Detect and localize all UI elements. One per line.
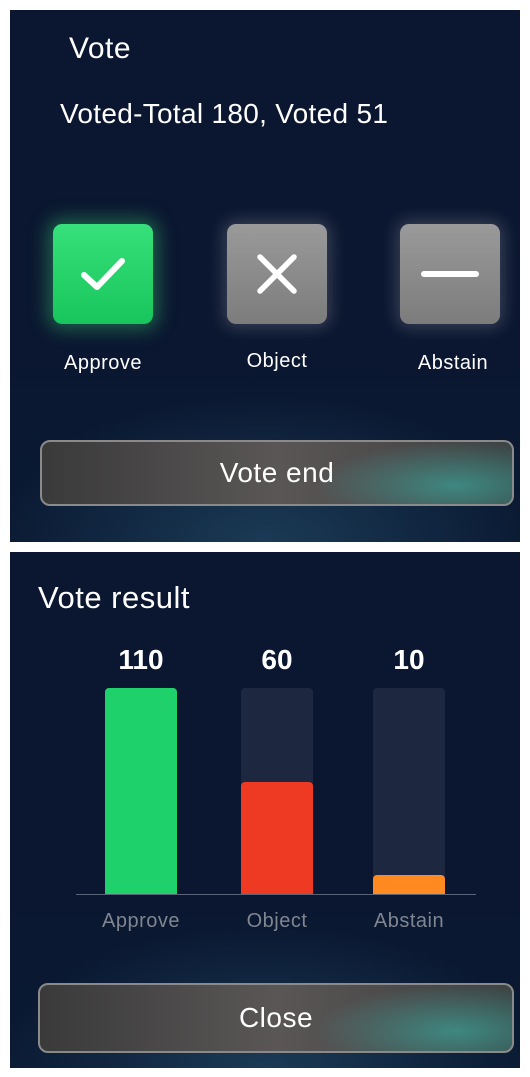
bar-approve [105,688,177,894]
object-label: Object [246,350,308,372]
bar-label-approve: Approve [102,910,180,932]
vote-panel: Vote Voted-Total 180, Voted 51 Approve O… [10,10,520,542]
close-button[interactable]: Close [38,983,514,1053]
vote-end-button[interactable]: Vote end [40,440,514,506]
bar-label-abstain: Abstain [373,910,445,932]
bar-track-object [241,688,313,894]
abstain-label: Abstain [417,352,489,374]
close-icon [257,254,297,294]
bar-label-object: Object [246,910,308,932]
approve-label: Approve [64,352,142,374]
bar-track-abstain [373,688,445,894]
bar-value-object: 60 [261,644,293,675]
bar-track-approve [105,688,177,894]
object-button[interactable] [227,224,327,324]
approve-button[interactable] [53,224,153,324]
abstain-button[interactable] [400,224,500,324]
result-panel: Vote result 110 60 10 Approve Object Abs… [10,552,520,1068]
bar-abstain [373,875,445,894]
check-icon [81,258,125,290]
bar-value-approve: 110 [118,644,164,675]
chart-baseline [76,894,476,895]
bar-value-abstain: 10 [393,644,425,675]
result-title: Vote result [38,580,190,615]
minus-icon [421,271,479,277]
bar-object [241,782,313,894]
vote-status-text: Voted-Total 180, Voted 51 [60,98,389,129]
vote-title: Vote [69,32,132,65]
